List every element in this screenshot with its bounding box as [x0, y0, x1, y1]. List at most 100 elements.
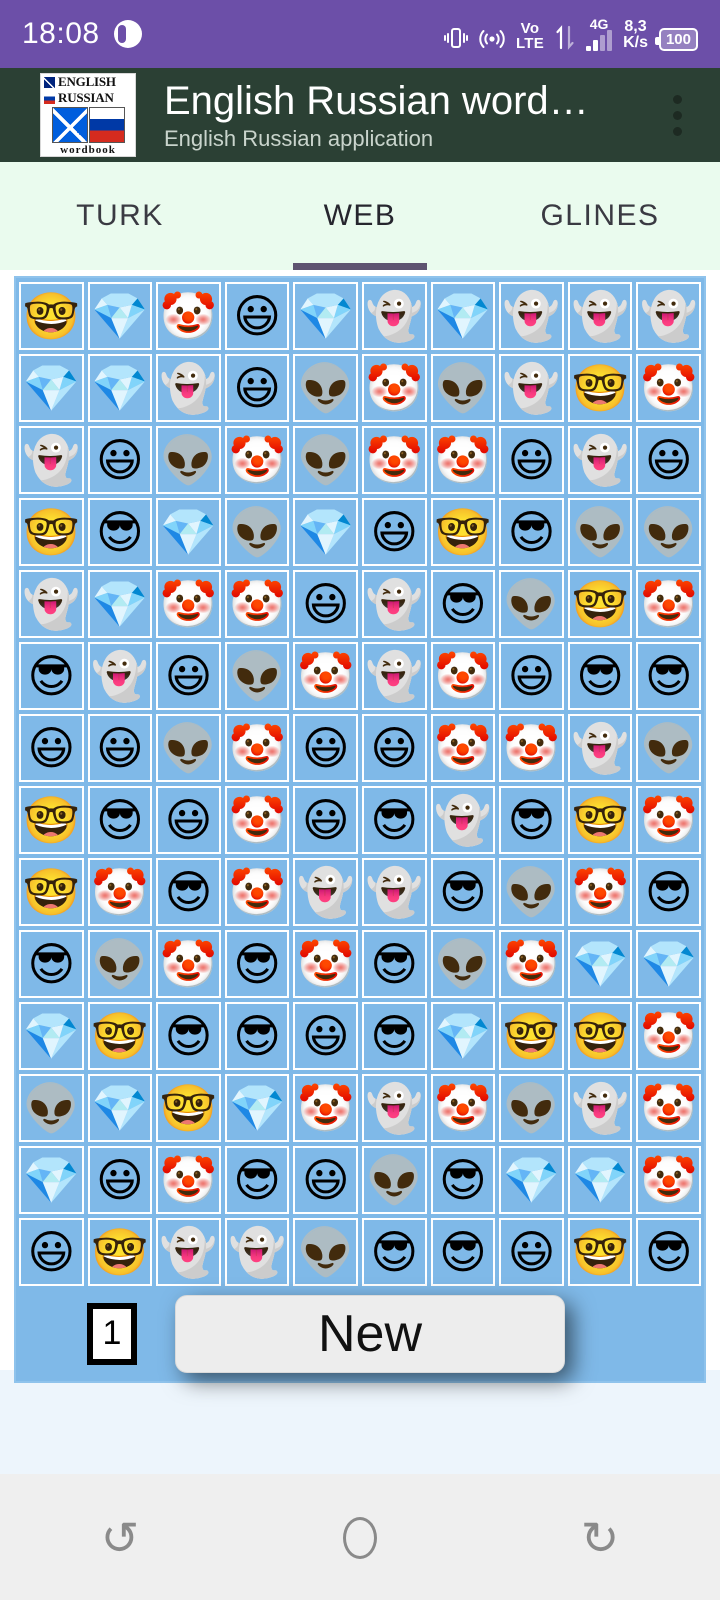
recents-button[interactable]: ↺: [60, 1474, 180, 1600]
game-board[interactable]: 🤓 💎 🤡 😃 💎 👻 💎 👻 👻 👻 💎 💎 👻 😃 👽 🤡 👽 👻 🤓 🤡 👻 😃 👽 🤡 👽 🤡 🤡 😃 👻 😃 🤓 😎 💎 👽 💎 😃 🤓 😎 👽 👽…: [14, 276, 706, 1383]
tile-diamond[interactable]: 💎: [293, 282, 358, 350]
tile-clown[interactable]: 🤡: [567, 858, 633, 926]
tile-grin[interactable]: 😃: [293, 786, 358, 854]
tile-alien[interactable]: 👽: [636, 714, 701, 782]
tile-grid[interactable]: 🤓 💎 🤡 😃 💎 👻 💎 👻 👻 👻 💎 💎 👻 😃 👽 🤡 👽 👻 🤓 🤡 👻 😃 👽 🤡 👽 🤡 🤡 😃 👻 😃 🤓 😎 💎 👽 💎 😃 🤓 😎 👽 👽…: [19, 282, 701, 1286]
tile-alien[interactable]: 👽: [293, 1218, 358, 1286]
tile-grin[interactable]: 😃: [19, 1218, 84, 1286]
tile-alien[interactable]: 👽: [293, 426, 358, 494]
tile-cool[interactable]: 😎: [19, 642, 84, 710]
tile-clown[interactable]: 🤡: [224, 786, 290, 854]
tile-diamond[interactable]: 💎: [19, 354, 84, 422]
tile-cool[interactable]: 😎: [430, 1146, 496, 1214]
tile-nerd[interactable]: 🤓: [430, 498, 496, 566]
tile-ghost[interactable]: 👻: [293, 858, 358, 926]
tile-ghost[interactable]: 👻: [567, 426, 633, 494]
tile-ghost[interactable]: 👻: [499, 354, 564, 422]
tile-clown[interactable]: 🤡: [430, 714, 496, 782]
new-game-button[interactable]: New: [175, 1294, 565, 1373]
tile-ghost[interactable]: 👻: [499, 282, 564, 350]
tile-diamond[interactable]: 💎: [430, 1002, 496, 1070]
tile-cool[interactable]: 😎: [361, 930, 427, 998]
tile-nerd[interactable]: 🤓: [87, 1218, 153, 1286]
tile-cool[interactable]: 😎: [224, 1146, 290, 1214]
tile-diamond[interactable]: 💎: [19, 1146, 84, 1214]
tile-alien[interactable]: 👽: [224, 642, 290, 710]
tab-turk[interactable]: TURK: [0, 162, 240, 270]
tile-ghost[interactable]: 👻: [567, 714, 633, 782]
tile-cool[interactable]: 😎: [87, 786, 153, 854]
tile-alien[interactable]: 👽: [87, 930, 153, 998]
tile-cool[interactable]: 😎: [156, 1002, 221, 1070]
tile-clown[interactable]: 🤡: [636, 1002, 701, 1070]
tile-grin[interactable]: 😃: [156, 642, 221, 710]
tile-clown[interactable]: 🤡: [636, 786, 701, 854]
tile-ghost[interactable]: 👻: [361, 570, 427, 638]
tile-diamond[interactable]: 💎: [87, 354, 153, 422]
tile-alien[interactable]: 👽: [567, 498, 633, 566]
tile-ghost[interactable]: 👻: [87, 642, 153, 710]
tile-alien[interactable]: 👽: [499, 570, 564, 638]
tile-alien[interactable]: 👽: [156, 426, 221, 494]
tile-cool[interactable]: 😎: [430, 1218, 496, 1286]
tile-clown[interactable]: 🤡: [430, 1074, 496, 1142]
tile-diamond[interactable]: 💎: [499, 1146, 564, 1214]
tile-cool[interactable]: 😎: [361, 1218, 427, 1286]
tile-diamond[interactable]: 💎: [19, 1002, 84, 1070]
tile-grin[interactable]: 😃: [636, 426, 701, 494]
tile-clown[interactable]: 🤡: [361, 354, 427, 422]
tile-ghost[interactable]: 👻: [361, 858, 427, 926]
tile-clown[interactable]: 🤡: [636, 1146, 701, 1214]
tile-diamond[interactable]: 💎: [87, 1074, 153, 1142]
tab-glines[interactable]: GLINES: [480, 162, 720, 270]
tile-grin[interactable]: 😃: [293, 1002, 358, 1070]
tile-diamond[interactable]: 💎: [293, 498, 358, 566]
tile-nerd[interactable]: 🤓: [499, 1002, 564, 1070]
tile-alien[interactable]: 👽: [499, 858, 564, 926]
tile-nerd[interactable]: 🤓: [156, 1074, 221, 1142]
tile-cool[interactable]: 😎: [430, 570, 496, 638]
tile-diamond[interactable]: 💎: [224, 1074, 290, 1142]
tile-ghost[interactable]: 👻: [224, 1218, 290, 1286]
tile-clown[interactable]: 🤡: [156, 1146, 221, 1214]
tile-clown[interactable]: 🤡: [499, 714, 564, 782]
tile-clown[interactable]: 🤡: [636, 570, 701, 638]
tile-ghost[interactable]: 👻: [636, 282, 701, 350]
tile-ghost[interactable]: 👻: [361, 282, 427, 350]
tile-nerd[interactable]: 🤓: [567, 354, 633, 422]
tile-grin[interactable]: 😃: [499, 426, 564, 494]
tile-clown[interactable]: 🤡: [636, 1074, 701, 1142]
tile-clown[interactable]: 🤡: [430, 426, 496, 494]
tile-ghost[interactable]: 👻: [361, 1074, 427, 1142]
tile-alien[interactable]: 👽: [361, 1146, 427, 1214]
tile-grin[interactable]: 😃: [224, 354, 290, 422]
tile-clown[interactable]: 🤡: [156, 282, 221, 350]
tile-alien[interactable]: 👽: [293, 354, 358, 422]
tile-diamond[interactable]: 💎: [87, 282, 153, 350]
home-button[interactable]: [300, 1474, 420, 1600]
tile-clown[interactable]: 🤡: [224, 858, 290, 926]
tile-diamond[interactable]: 💎: [430, 282, 496, 350]
tile-alien[interactable]: 👽: [156, 714, 221, 782]
tile-cool[interactable]: 😎: [224, 1002, 290, 1070]
tile-grin[interactable]: 😃: [87, 714, 153, 782]
tile-alien[interactable]: 👽: [636, 498, 701, 566]
tile-clown[interactable]: 🤡: [293, 642, 358, 710]
tile-nerd[interactable]: 🤓: [567, 1218, 633, 1286]
tile-nerd[interactable]: 🤓: [567, 1002, 633, 1070]
tile-clown[interactable]: 🤡: [636, 354, 701, 422]
tile-cool[interactable]: 😎: [636, 642, 701, 710]
overflow-menu-icon[interactable]: [652, 80, 702, 150]
tile-cool[interactable]: 😎: [361, 1002, 427, 1070]
tile-grin[interactable]: 😃: [293, 714, 358, 782]
tile-clown[interactable]: 🤡: [430, 642, 496, 710]
tile-cool[interactable]: 😎: [361, 786, 427, 854]
tile-clown[interactable]: 🤡: [293, 930, 358, 998]
tile-clown[interactable]: 🤡: [293, 1074, 358, 1142]
tile-cool[interactable]: 😎: [19, 930, 84, 998]
tile-nerd[interactable]: 🤓: [567, 570, 633, 638]
tile-cool[interactable]: 😎: [156, 858, 221, 926]
tile-ghost[interactable]: 👻: [567, 282, 633, 350]
tile-alien[interactable]: 👽: [430, 354, 496, 422]
tile-cool[interactable]: 😎: [499, 498, 564, 566]
